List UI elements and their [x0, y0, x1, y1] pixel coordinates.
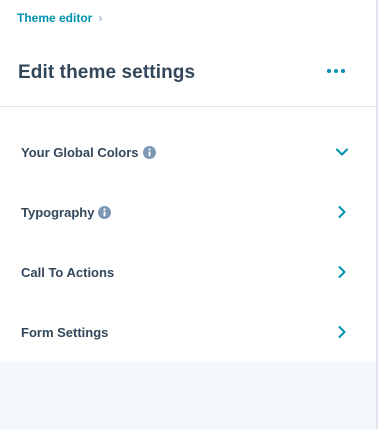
info-icon[interactable]	[98, 205, 112, 219]
panel-empty-area	[0, 362, 376, 429]
section-label: Typography	[21, 204, 95, 220]
section-label: Call To Actions	[21, 264, 115, 280]
panel-header: Edit theme settings	[0, 38, 376, 107]
section-your-global-colors[interactable]: Your Global Colors	[0, 122, 376, 183]
breadcrumb-theme-editor-link[interactable]: Theme editor	[17, 11, 92, 25]
more-options-button[interactable]	[322, 60, 350, 82]
section-label: Form Settings	[21, 324, 109, 340]
breadcrumb: Theme editor ›	[17, 10, 102, 26]
section-typography[interactable]: Typography	[0, 182, 376, 243]
more-horizontal-icon	[327, 69, 345, 73]
section-call-to-actions[interactable]: Call To Actions	[0, 242, 376, 303]
chevron-right-icon	[338, 266, 346, 278]
section-label: Your Global Colors	[21, 144, 139, 160]
chevron-right-icon	[338, 206, 346, 218]
chevron-right-icon	[338, 326, 346, 338]
page-title: Edit theme settings	[18, 62, 196, 83]
info-icon[interactable]	[142, 145, 156, 159]
theme-settings-panel: Theme editor › Edit theme settings Your …	[0, 0, 378, 429]
breadcrumb-chevron-icon: ›	[98, 11, 103, 25]
section-form-settings[interactable]: Form Settings	[0, 302, 376, 363]
chevron-down-icon	[336, 148, 348, 156]
